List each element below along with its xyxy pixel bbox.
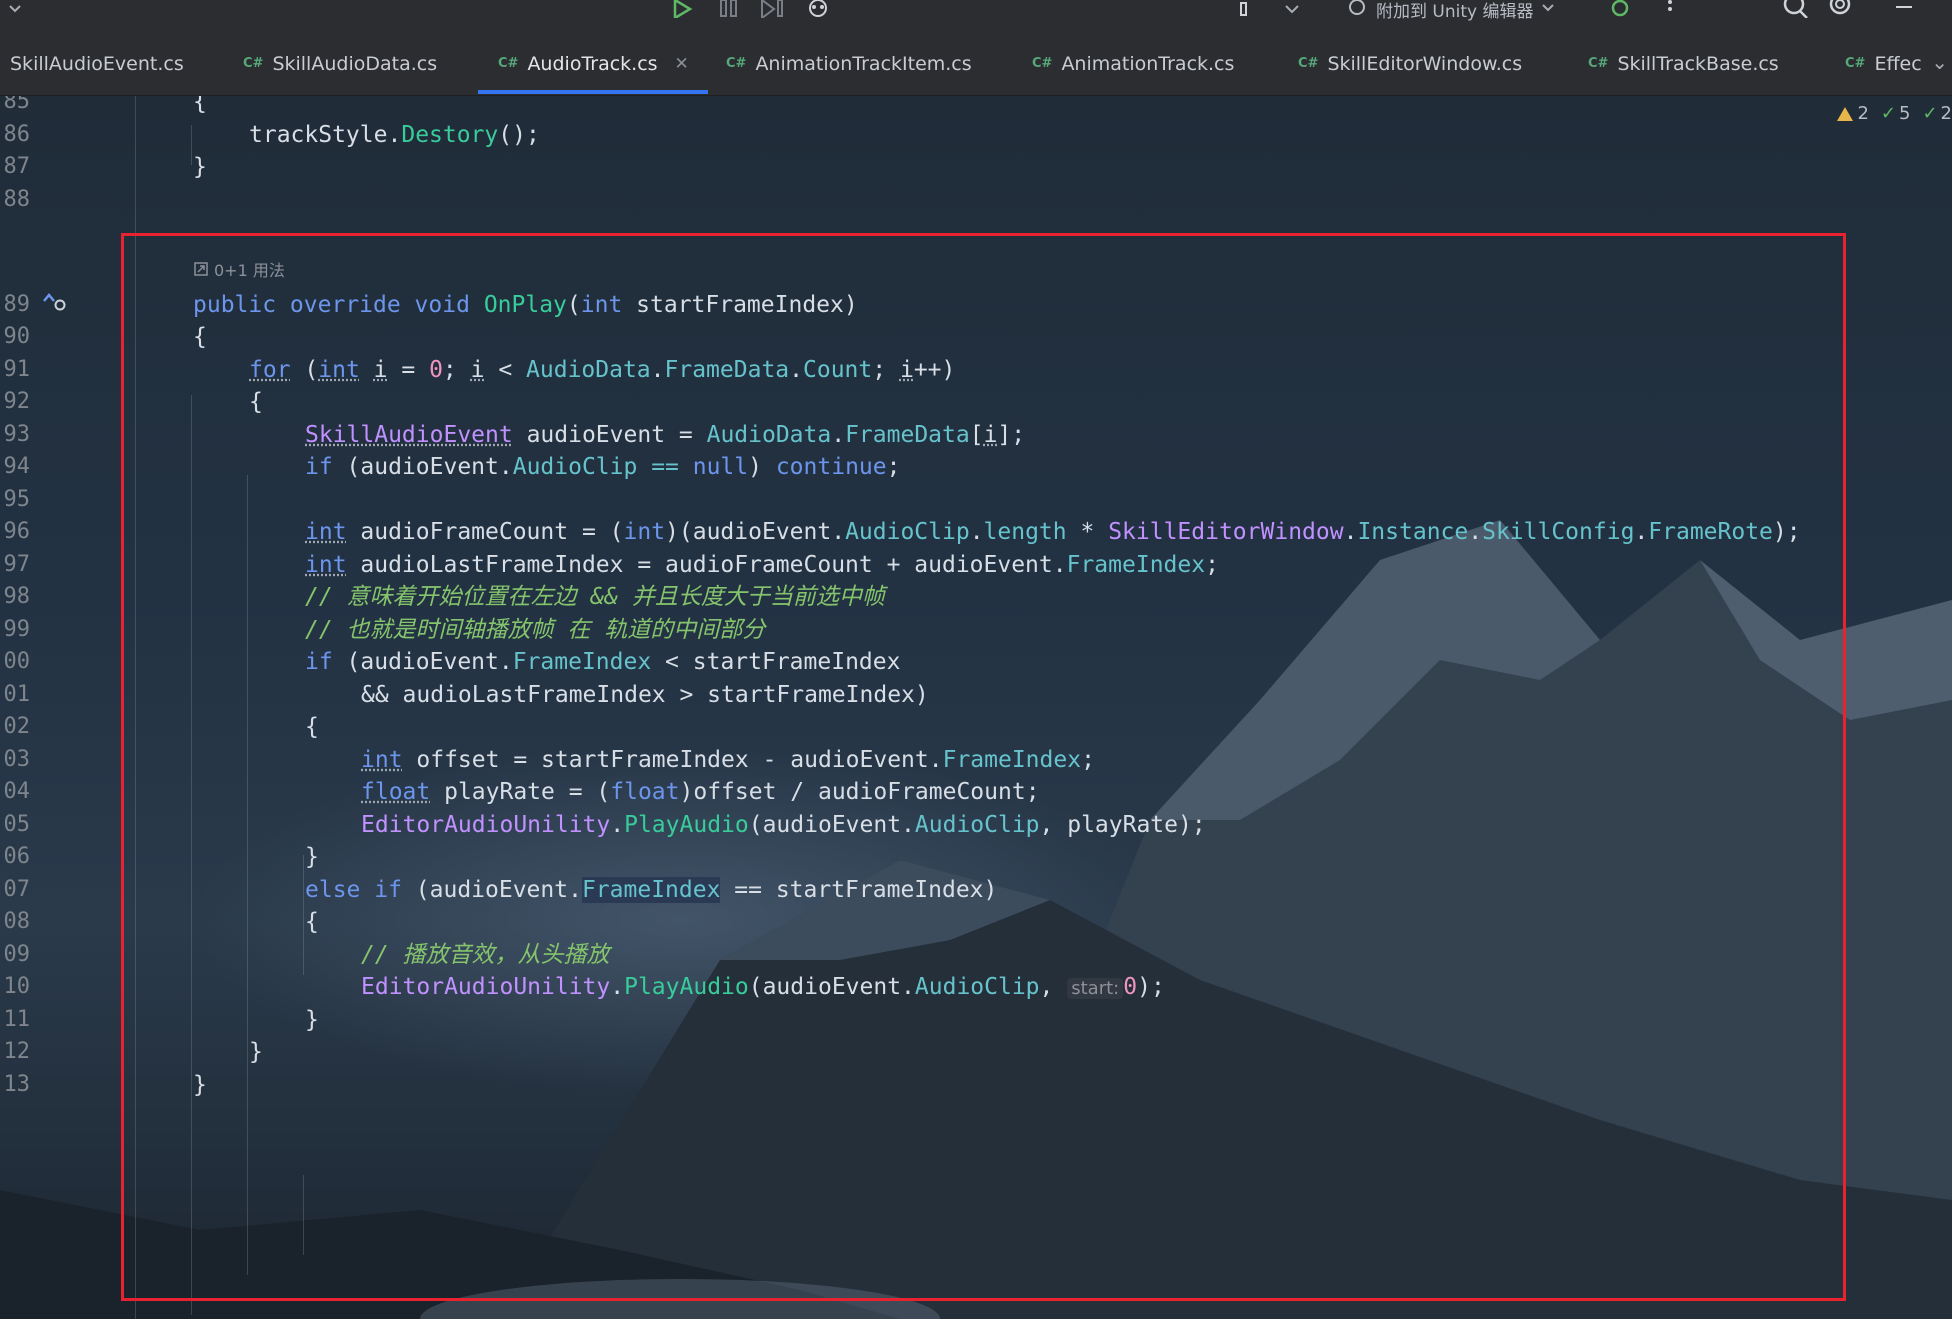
close-tab-icon[interactable]: ✕ [675, 54, 689, 74]
csharp-file-icon: C# [498, 56, 519, 71]
code-line: else if (audioEvent.FrameIndex == startF… [305, 877, 998, 903]
chevron-down-icon[interactable] [8, 0, 22, 18]
warnings-count: 2 [1836, 103, 1869, 124]
indent-guide [191, 125, 192, 165]
run-config-chevron-icon[interactable] [1284, 0, 1300, 18]
code-line: EditorAudioUnility.PlayAudio(audioEvent.… [361, 812, 1206, 838]
csharp-file-icon: C# [1845, 56, 1866, 71]
csharp-file-icon: C# [243, 56, 264, 71]
indent-guide [135, 95, 136, 1319]
tab-skillaudioevent[interactable]: SkillAudioEvent.cs [10, 32, 184, 95]
attach-to-unity-button[interactable]: 附加到 Unity 编辑器 [1346, 0, 1555, 22]
pause-icon[interactable] [718, 0, 740, 18]
usage-hint[interactable]: 0+1 用法 [194, 257, 285, 281]
window-minimize-icon[interactable] [1896, 0, 1912, 18]
code-line: trackStyle.Destory(); [249, 122, 540, 148]
check-icon: ✓ [1880, 103, 1896, 124]
csharp-file-icon: C# [1298, 56, 1319, 71]
more-options-icon[interactable] [1666, 0, 1674, 18]
attach-label: 附加到 Unity 编辑器 [1376, 1, 1534, 22]
device-icon[interactable] [1240, 0, 1248, 18]
tab-skilltrackbase[interactable]: C# SkillTrackBase.cs [1588, 32, 1779, 95]
csharp-file-icon: C# [726, 56, 747, 71]
code-line: { [249, 389, 263, 415]
tab-label: SkillAudioData.cs [272, 52, 438, 75]
main-toolbar: 附加到 Unity 编辑器 [0, 0, 1952, 32]
typo-count: ✓ 2 [1922, 103, 1952, 124]
tab-animationtrackitem[interactable]: C# AnimationTrackItem.cs [726, 32, 972, 95]
code-line: } [193, 154, 207, 180]
usages-icon [194, 262, 208, 276]
tab-effect[interactable]: C# Effec [1845, 32, 1922, 95]
editor-tab-bar: SkillAudioEvent.cs C# SkillAudioData.cs … [0, 32, 1952, 96]
inspection-widget[interactable]: 2 ✓ 5 ✓ 2 [1836, 103, 1952, 124]
csharp-file-icon: C# [1588, 56, 1609, 71]
chevron-down-icon [1542, 4, 1555, 12]
tab-label: Effec [1874, 52, 1922, 75]
double-check-icon: ✓ [1922, 103, 1938, 124]
search-icon[interactable] [1782, 0, 1808, 18]
override-gutter-icon[interactable] [42, 291, 68, 317]
tab-label: SkillAudioEvent.cs [10, 52, 184, 75]
code-line: } [249, 1039, 263, 1065]
indent-guide [247, 475, 248, 1275]
tab-label: AnimationTrackItem.cs [755, 52, 972, 75]
code-line: if (audioEvent.AudioClip == null) contin… [305, 454, 901, 480]
code-line: } [193, 1072, 207, 1098]
tab-skillaudiodata[interactable]: C# SkillAudioData.cs [243, 32, 437, 95]
indent-guide [303, 855, 304, 975]
warning-icon [1837, 106, 1854, 121]
tab-skilleditorwindow[interactable]: C# SkillEditorWindow.cs [1298, 32, 1522, 95]
indent-guide [303, 1175, 304, 1255]
line-number: 88 [3, 187, 31, 212]
ok-count: ✓ 5 [1880, 103, 1911, 124]
debug-bug-icon[interactable] [804, 0, 832, 18]
settings-gear-icon[interactable] [1826, 0, 1854, 18]
indent-guide [191, 395, 192, 1315]
active-tab-indicator [478, 90, 708, 94]
tab-animationtrack[interactable]: C# AnimationTrack.cs [1032, 32, 1234, 95]
code-line: public override void OnPlay(int startFra… [193, 292, 858, 318]
debug-icon[interactable] [1608, 0, 1632, 18]
code-line: } [305, 1007, 319, 1033]
csharp-file-icon: C# [1032, 56, 1053, 71]
code-line: && audioLastFrameIndex > startFrameIndex… [361, 682, 929, 708]
tab-audiotrack[interactable]: C# AudioTrack.cs ✕ [498, 32, 689, 95]
tab-label: SkillTrackBase.cs [1617, 52, 1779, 75]
code-line: { [305, 909, 319, 935]
run-icon[interactable] [670, 0, 694, 18]
code-line: { [193, 324, 207, 350]
code-line: for (int i = 0; i < AudioData.FrameData.… [249, 357, 956, 383]
tabs-overflow-chevron-icon[interactable]: ⌄ [1931, 50, 1948, 74]
tab-label: SkillEditorWindow.cs [1327, 52, 1523, 75]
parameter-hint: start: [1067, 978, 1124, 999]
step-over-icon[interactable] [760, 0, 786, 18]
usage-hint-label: 0+1 用法 [214, 261, 285, 280]
code-line: { [305, 714, 319, 740]
line-number: 13 [3, 1072, 31, 1097]
attach-icon [1349, 0, 1365, 15]
code-line: EditorAudioUnility.PlayAudio(audioEvent.… [361, 974, 1165, 1000]
tab-label: AnimationTrack.cs [1061, 52, 1235, 75]
tab-label: AudioTrack.cs [527, 52, 658, 75]
code-editor[interactable]: 0+1 用法 85 86 87 88 89 90 91 92 93 94 95 … [0, 89, 1952, 1319]
